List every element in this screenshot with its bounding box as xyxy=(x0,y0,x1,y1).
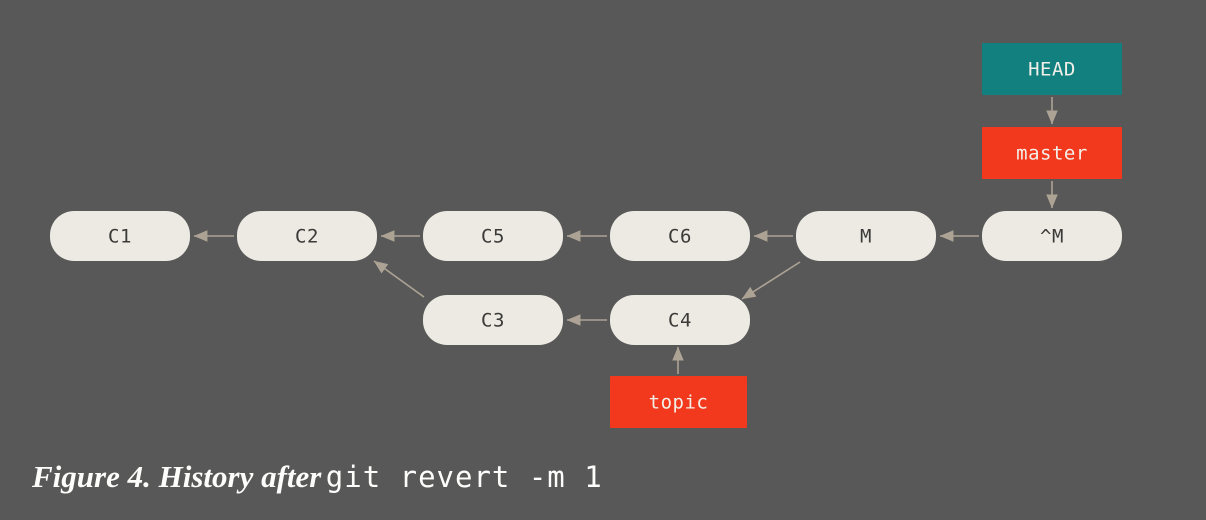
figure-container: C1 C2 C5 C6 M ^M C3 C4 HEAD master topic Figure 4.… xyxy=(0,0,1206,520)
commit-node-c4[interactable]: C4 xyxy=(610,295,750,345)
caption-command: git revert -m 1 xyxy=(325,460,603,494)
commit-label: C4 xyxy=(668,310,692,332)
commit-label: C1 xyxy=(108,226,132,248)
commit-label: ^M xyxy=(1040,226,1064,248)
edge-c3-to-c2 xyxy=(373,260,425,298)
figure-caption: Figure 4. History after git revert -m 1 xyxy=(32,452,1192,502)
commit-node-c6[interactable]: C6 xyxy=(610,211,750,261)
ref-node-master[interactable]: master xyxy=(982,127,1122,179)
commit-label: C3 xyxy=(481,310,505,332)
ref-node-topic[interactable]: topic xyxy=(610,376,747,428)
commit-label: M xyxy=(860,226,872,248)
ref-label: master xyxy=(1016,143,1088,165)
commit-node-revert_m[interactable]: ^M xyxy=(982,211,1122,261)
commit-node-c5[interactable]: C5 xyxy=(423,211,563,261)
ref-label: topic xyxy=(649,392,709,414)
git-history-graph: C1 C2 C5 C6 M ^M C3 C4 HEAD master topic xyxy=(50,43,1122,428)
caption-prose: Figure 4. History after xyxy=(32,459,322,494)
commit-label: C6 xyxy=(668,226,692,248)
commit-node-c3[interactable]: C3 xyxy=(423,295,563,345)
ref-label: HEAD xyxy=(1028,59,1076,81)
edge-m-to-c4 xyxy=(741,261,801,300)
commit-node-c1[interactable]: C1 xyxy=(50,211,190,261)
commit-node-c2[interactable]: C2 xyxy=(237,211,377,261)
commit-label: C2 xyxy=(295,226,319,248)
ref-node-head[interactable]: HEAD xyxy=(982,43,1122,95)
commit-label: C5 xyxy=(481,226,505,248)
commit-node-m[interactable]: M xyxy=(796,211,936,261)
